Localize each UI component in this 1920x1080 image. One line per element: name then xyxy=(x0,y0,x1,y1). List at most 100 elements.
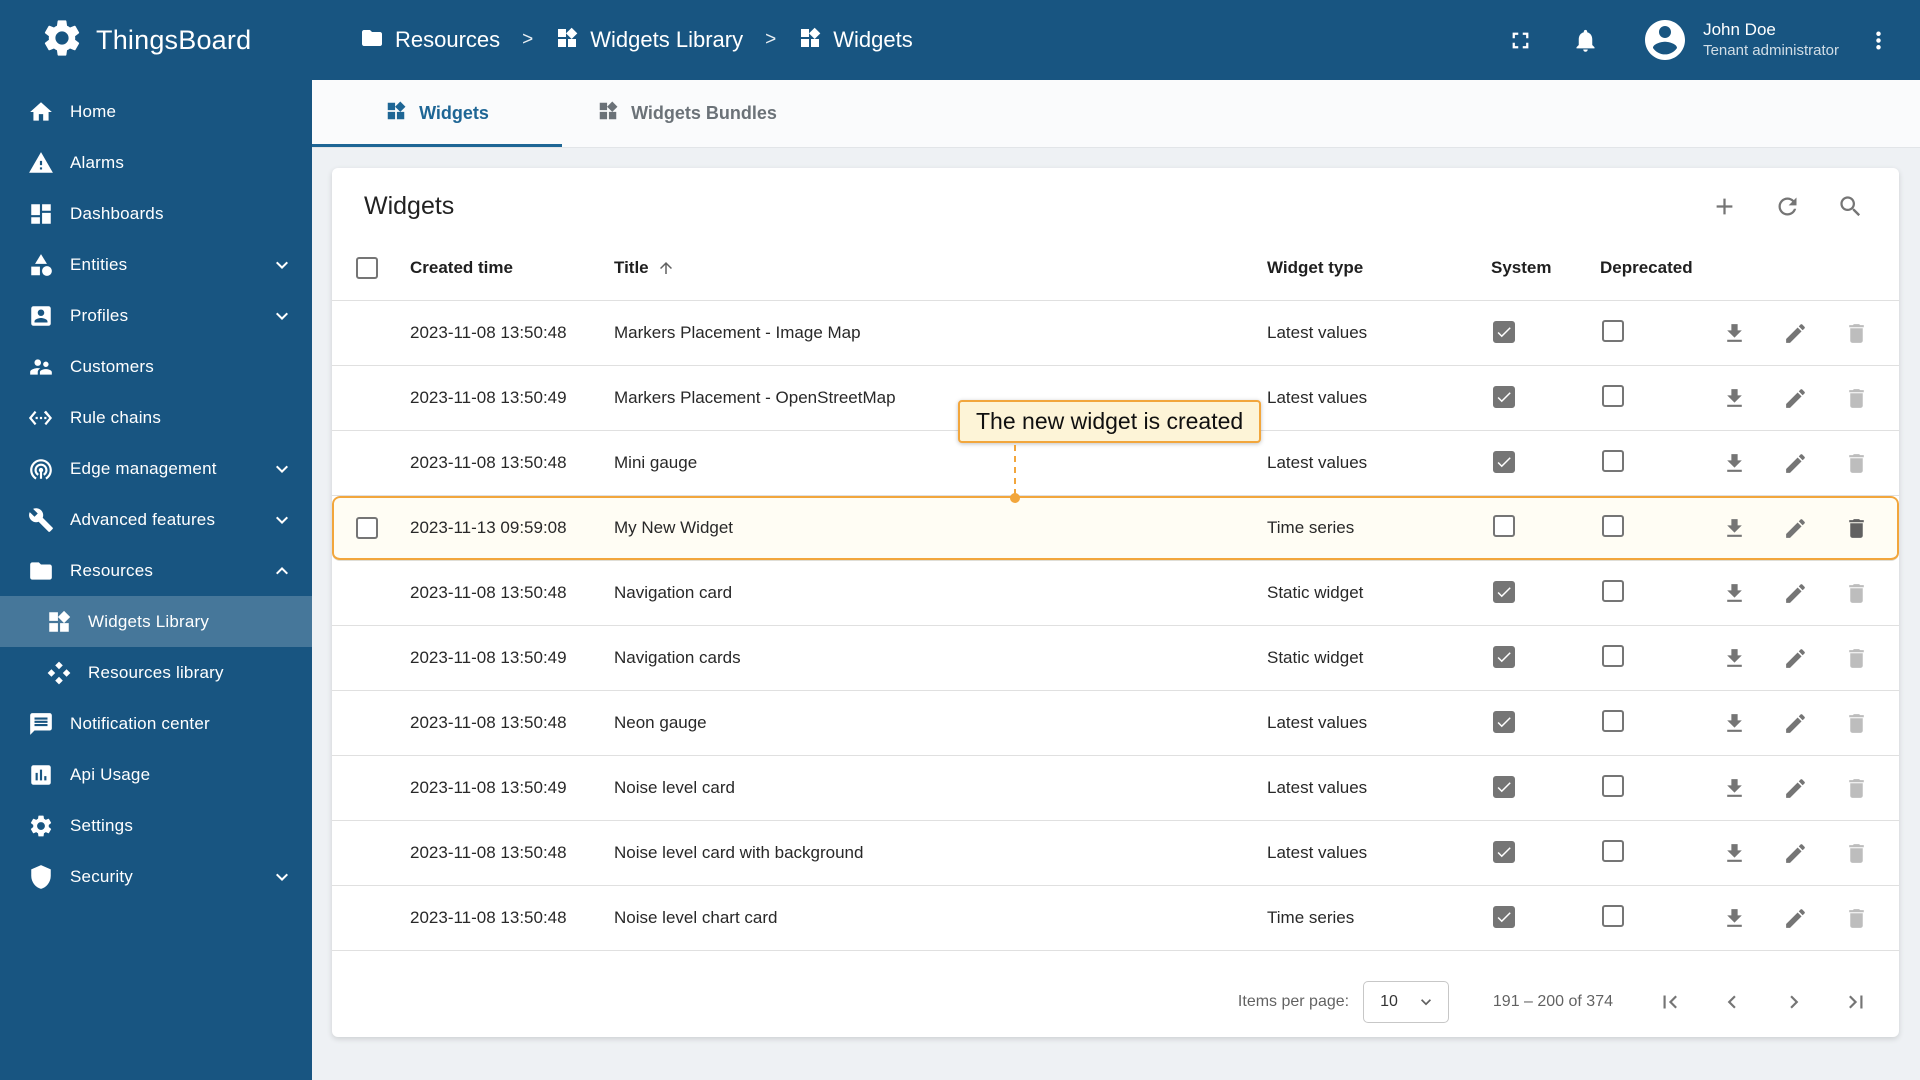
deprecated-checkbox[interactable] xyxy=(1602,449,1624,472)
edit-button[interactable] xyxy=(1783,646,1808,671)
breadcrumb-widgets[interactable]: Widgets xyxy=(798,26,913,55)
edit-button[interactable] xyxy=(1783,906,1808,931)
table-row[interactable]: 2023-11-08 13:50:48 Navigation card Static… xyxy=(332,561,1899,626)
system-checkbox[interactable] xyxy=(1493,645,1515,668)
row-checkbox[interactable] xyxy=(356,517,378,539)
system-checkbox[interactable] xyxy=(1493,580,1515,603)
column-header-widget-type[interactable]: Widget type xyxy=(1259,258,1483,278)
notifications-bell-button[interactable] xyxy=(1572,27,1599,54)
breadcrumb-widgets-library[interactable]: Widgets Library xyxy=(555,26,743,55)
download-button[interactable] xyxy=(1722,776,1747,801)
download-button[interactable] xyxy=(1722,386,1747,411)
edit-button[interactable] xyxy=(1783,386,1808,411)
table-row[interactable]: 2023-11-08 13:50:48 Markers Placement - I… xyxy=(332,301,1899,366)
download-button[interactable] xyxy=(1722,451,1747,476)
last-page-button[interactable] xyxy=(1843,989,1869,1015)
system-checkbox[interactable] xyxy=(1493,385,1515,408)
edit-button[interactable] xyxy=(1783,841,1808,866)
deprecated-checkbox[interactable] xyxy=(1602,319,1624,342)
delete-button[interactable] xyxy=(1844,906,1869,931)
sidebar-item-customers[interactable]: Customers xyxy=(0,341,312,392)
download-button[interactable] xyxy=(1722,646,1747,671)
deprecated-checkbox[interactable] xyxy=(1602,774,1624,797)
download-button[interactable] xyxy=(1722,321,1747,346)
delete-button[interactable] xyxy=(1844,386,1869,411)
previous-page-button[interactable] xyxy=(1719,989,1745,1015)
delete-button[interactable] xyxy=(1844,581,1869,606)
select-all-checkbox[interactable] xyxy=(356,256,378,279)
delete-button[interactable] xyxy=(1844,711,1869,736)
row-actions xyxy=(1712,841,1899,866)
deprecated-checkbox[interactable] xyxy=(1602,709,1624,732)
delete-button[interactable] xyxy=(1844,841,1869,866)
sidebar-item-advanced-features[interactable]: Advanced features xyxy=(0,494,312,545)
deprecated-checkbox[interactable] xyxy=(1602,514,1624,537)
column-header-system[interactable]: System xyxy=(1483,258,1592,278)
sidebar-item-edge-management[interactable]: Edge management xyxy=(0,443,312,494)
sidebar-item-settings[interactable]: Settings xyxy=(0,800,312,851)
deprecated-checkbox[interactable] xyxy=(1602,384,1624,407)
edit-button[interactable] xyxy=(1783,776,1808,801)
sidebar-item-dashboards[interactable]: Dashboards xyxy=(0,188,312,239)
user-avatar[interactable] xyxy=(1641,16,1689,64)
sidebar-item-api-usage[interactable]: Api Usage xyxy=(0,749,312,800)
search-button[interactable] xyxy=(1837,193,1864,220)
fullscreen-button[interactable] xyxy=(1507,27,1534,54)
system-checkbox[interactable] xyxy=(1493,905,1515,928)
delete-button[interactable] xyxy=(1844,451,1869,476)
table-row[interactable]: 2023-11-13 09:59:08 My New Widget Time ser… xyxy=(332,496,1899,561)
sidebar-item-alarms[interactable]: Alarms xyxy=(0,137,312,188)
download-button[interactable] xyxy=(1722,906,1747,931)
sidebar-item-resources-library[interactable]: Resources library xyxy=(0,647,312,698)
tab-widgets[interactable]: Widgets xyxy=(312,80,562,147)
table-row[interactable]: 2023-11-08 13:50:49 Noise level card Lates… xyxy=(332,756,1899,821)
sidebar-item-widgets-library[interactable]: Widgets Library xyxy=(0,596,312,647)
page-size-select[interactable]: 10 xyxy=(1363,981,1449,1023)
delete-button[interactable] xyxy=(1844,776,1869,801)
deprecated-checkbox[interactable] xyxy=(1602,904,1624,927)
system-checkbox[interactable] xyxy=(1493,514,1515,537)
edit-button[interactable] xyxy=(1783,516,1808,541)
sidebar-item-entities[interactable]: Entities xyxy=(0,239,312,290)
download-button[interactable] xyxy=(1722,516,1747,541)
column-header-deprecated[interactable]: Deprecated xyxy=(1592,258,1712,278)
brand-logo[interactable]: ThingsBoard xyxy=(0,0,312,80)
tab-widgets-bundles[interactable]: Widgets Bundles xyxy=(562,80,812,147)
table-row[interactable]: 2023-11-08 13:50:48 Noise level chart car… xyxy=(332,886,1899,951)
sidebar-item-security[interactable]: Security xyxy=(0,851,312,902)
deprecated-checkbox[interactable] xyxy=(1602,644,1624,667)
breadcrumb-resources[interactable]: Resources xyxy=(360,26,500,55)
sidebar-item-notification-center[interactable]: Notification center xyxy=(0,698,312,749)
table-row[interactable]: 2023-11-08 13:50:48 Noise level card with… xyxy=(332,821,1899,886)
deprecated-checkbox[interactable] xyxy=(1602,579,1624,602)
delete-button[interactable] xyxy=(1844,516,1869,541)
next-page-button[interactable] xyxy=(1781,989,1807,1015)
edit-button[interactable] xyxy=(1783,581,1808,606)
refresh-button[interactable] xyxy=(1774,193,1801,220)
sidebar-item-profiles[interactable]: Profiles xyxy=(0,290,312,341)
table-row[interactable]: 2023-11-08 13:50:49 Navigation cards Stati… xyxy=(332,626,1899,691)
sidebar-item-home[interactable]: Home xyxy=(0,86,312,137)
download-button[interactable] xyxy=(1722,841,1747,866)
delete-button[interactable] xyxy=(1844,646,1869,671)
column-header-created-time[interactable]: Created time xyxy=(402,258,606,278)
deprecated-checkbox[interactable] xyxy=(1602,839,1624,862)
table-row[interactable]: 2023-11-08 13:50:48 Neon gauge Latest valu… xyxy=(332,691,1899,756)
sidebar-item-resources[interactable]: Resources xyxy=(0,545,312,596)
system-checkbox[interactable] xyxy=(1493,320,1515,343)
first-page-button[interactable] xyxy=(1657,989,1683,1015)
system-checkbox[interactable] xyxy=(1493,710,1515,733)
download-button[interactable] xyxy=(1722,581,1747,606)
system-checkbox[interactable] xyxy=(1493,450,1515,473)
delete-button[interactable] xyxy=(1844,321,1869,346)
system-checkbox[interactable] xyxy=(1493,775,1515,798)
download-button[interactable] xyxy=(1722,711,1747,736)
system-checkbox[interactable] xyxy=(1493,840,1515,863)
column-header-title[interactable]: Title xyxy=(606,258,1259,278)
add-widget-button[interactable] xyxy=(1711,193,1738,220)
more-vert-menu-button[interactable] xyxy=(1865,27,1892,54)
edit-button[interactable] xyxy=(1783,451,1808,476)
edit-button[interactable] xyxy=(1783,711,1808,736)
sidebar-item-rule-chains[interactable]: Rule chains xyxy=(0,392,312,443)
edit-button[interactable] xyxy=(1783,321,1808,346)
